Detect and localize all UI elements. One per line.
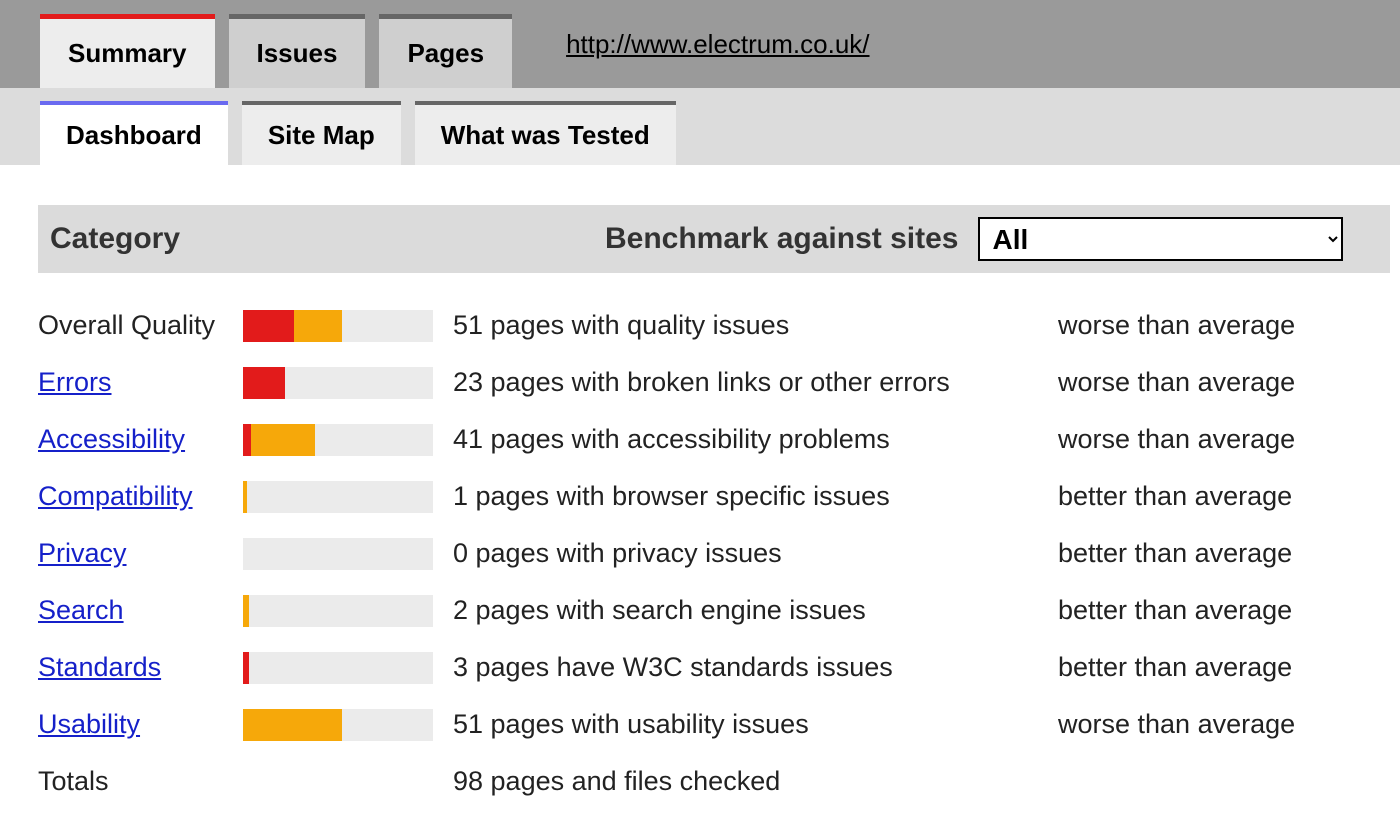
table-row: Errors 23 pages with broken links or othe…	[38, 354, 1390, 411]
bar-segment-orange	[243, 595, 249, 627]
tab-dashboard[interactable]: Dashboard	[40, 101, 228, 165]
row-description: 41 pages with accessibility problems	[443, 424, 1048, 455]
row-description: 51 pages with quality issues	[443, 310, 1048, 341]
bar-cell	[243, 481, 443, 513]
bar-cell	[243, 424, 443, 456]
tab-what-was-tested[interactable]: What was Tested	[415, 101, 676, 165]
row-description: 1 pages with browser specific issues	[443, 481, 1048, 512]
category-label: Totals	[38, 766, 243, 797]
bar-segment-orange	[294, 310, 342, 342]
bar-segment-orange	[243, 709, 342, 741]
row-compare: better than average	[1048, 652, 1390, 683]
table-row: Standards 3 pages have W3C standards issu…	[38, 639, 1390, 696]
bar-segment-red	[243, 367, 285, 399]
row-compare: worse than average	[1048, 367, 1390, 398]
dashboard-content: Category Benchmark against sites All Ove…	[0, 165, 1400, 810]
row-description: 2 pages with search engine issues	[443, 595, 1048, 626]
table-row: Privacy 0 pages with privacy issuesbetter…	[38, 525, 1390, 582]
bar-segment-red	[243, 652, 249, 684]
benchmark-select[interactable]: All	[978, 217, 1343, 261]
mini-bar-chart	[243, 424, 433, 456]
bar-segment-red	[243, 310, 294, 342]
bar-segment-red	[243, 424, 251, 456]
row-description: 98 pages and files checked	[443, 766, 1048, 797]
mini-bar-chart	[243, 538, 433, 570]
row-description: 51 pages with usability issues	[443, 709, 1048, 740]
category-link[interactable]: Search	[38, 595, 243, 626]
category-link[interactable]: Compatibility	[38, 481, 243, 512]
bar-cell	[243, 538, 443, 570]
table-row: Compatibility 1 pages with browser specif…	[38, 468, 1390, 525]
row-compare: worse than average	[1048, 310, 1390, 341]
table-row: Overall Quality 51 pages with quality iss…	[38, 297, 1390, 354]
table-row: Totals 98 pages and files checked	[38, 753, 1390, 810]
row-compare: better than average	[1048, 481, 1390, 512]
row-description: 0 pages with privacy issues	[443, 538, 1048, 569]
row-description: 23 pages with broken links or other erro…	[443, 367, 1048, 398]
table-header: Category Benchmark against sites All	[38, 205, 1390, 273]
mini-bar-chart	[243, 709, 433, 741]
row-compare: better than average	[1048, 595, 1390, 626]
row-compare: worse than average	[1048, 709, 1390, 740]
category-link[interactable]: Usability	[38, 709, 243, 740]
bar-segment-orange	[251, 424, 316, 456]
mini-bar-chart	[243, 310, 433, 342]
category-link[interactable]: Privacy	[38, 538, 243, 569]
site-url-link[interactable]: http://www.electrum.co.uk/	[566, 29, 869, 60]
category-rows: Overall Quality 51 pages with quality iss…	[38, 297, 1390, 810]
sub-tab-bar: Dashboard Site Map What was Tested	[0, 88, 1400, 165]
mini-bar-chart	[243, 367, 433, 399]
bar-cell	[243, 595, 443, 627]
category-label: Overall Quality	[38, 310, 243, 341]
table-row: Usability 51 pages with usability issuesw…	[38, 696, 1390, 753]
header-category-label: Category	[50, 222, 605, 256]
mini-bar-chart	[243, 595, 433, 627]
tab-summary[interactable]: Summary	[40, 14, 215, 88]
category-link[interactable]: Standards	[38, 652, 243, 683]
bar-segment-orange	[243, 481, 247, 513]
row-compare: worse than average	[1048, 424, 1390, 455]
tab-issues[interactable]: Issues	[229, 14, 366, 88]
header-benchmark-label: Benchmark against sites	[605, 222, 958, 256]
row-description: 3 pages have W3C standards issues	[443, 652, 1048, 683]
bar-cell	[243, 652, 443, 684]
tab-site-map[interactable]: Site Map	[242, 101, 401, 165]
category-link[interactable]: Accessibility	[38, 424, 243, 455]
table-row: Accessibility 41 pages with accessibility…	[38, 411, 1390, 468]
row-compare: better than average	[1048, 538, 1390, 569]
bar-cell	[243, 310, 443, 342]
mini-bar-chart	[243, 481, 433, 513]
main-tab-bar: Summary Issues Pages http://www.electrum…	[0, 0, 1400, 88]
bar-cell	[243, 367, 443, 399]
category-link[interactable]: Errors	[38, 367, 243, 398]
tab-pages[interactable]: Pages	[379, 14, 512, 88]
mini-bar-chart	[243, 652, 433, 684]
bar-cell	[243, 709, 443, 741]
table-row: Search 2 pages with search engine issuesb…	[38, 582, 1390, 639]
